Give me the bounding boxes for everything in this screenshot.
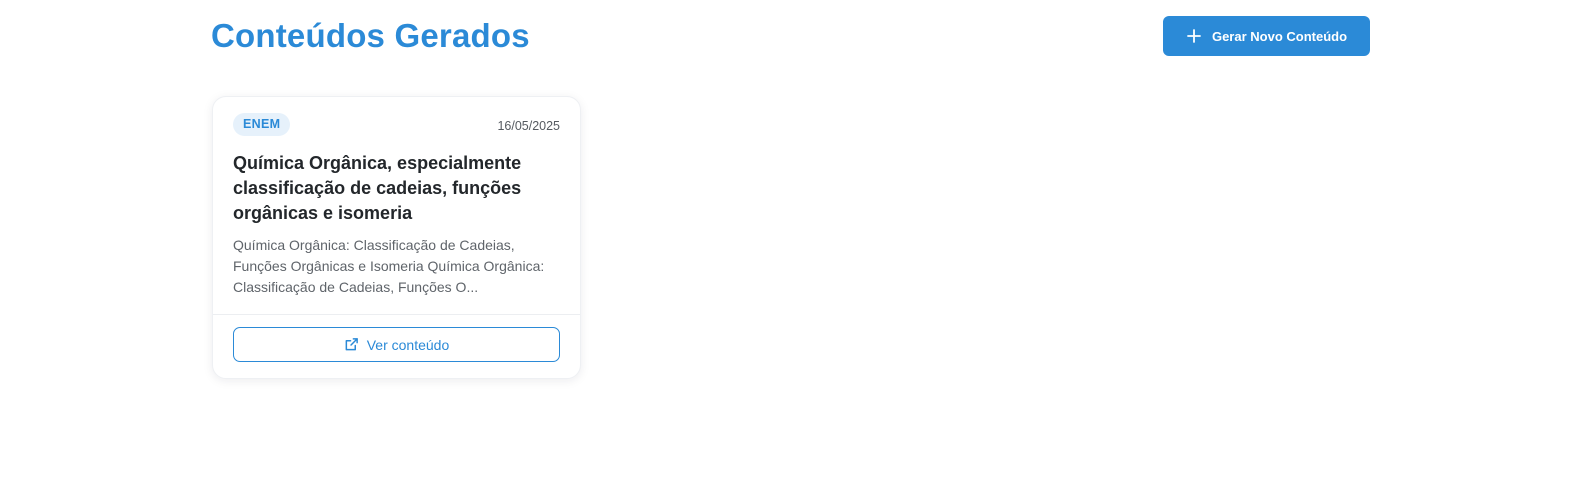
view-content-label: Ver conteúdo [366,336,450,353]
page-title: Conteúdos Gerados [211,17,530,54]
generate-new-content-label: Gerar Novo Conteúdo [1211,28,1348,44]
generate-new-content-button[interactable]: Gerar Novo Conteúdo [1163,16,1370,56]
plus-icon [1186,28,1202,44]
card-date: 16/05/2025 [497,119,560,133]
card-meta: ENEM 16/05/2025 [233,113,560,137]
page-header: Conteúdos Gerados Gerar Novo Conteúdo [211,0,1370,74]
card-divider [213,314,580,315]
card-title: Química Orgânica, especialmente classifi… [233,153,522,223]
exam-tag-badge: ENEM [233,113,291,136]
view-content-button[interactable]: Ver conteúdo [233,327,560,362]
card-excerpt: Química Orgânica: Classificação de Cadei… [233,237,545,295]
content-card: ENEM 16/05/2025 Química Orgânica, especi… [212,96,581,379]
external-link-icon [344,337,359,352]
